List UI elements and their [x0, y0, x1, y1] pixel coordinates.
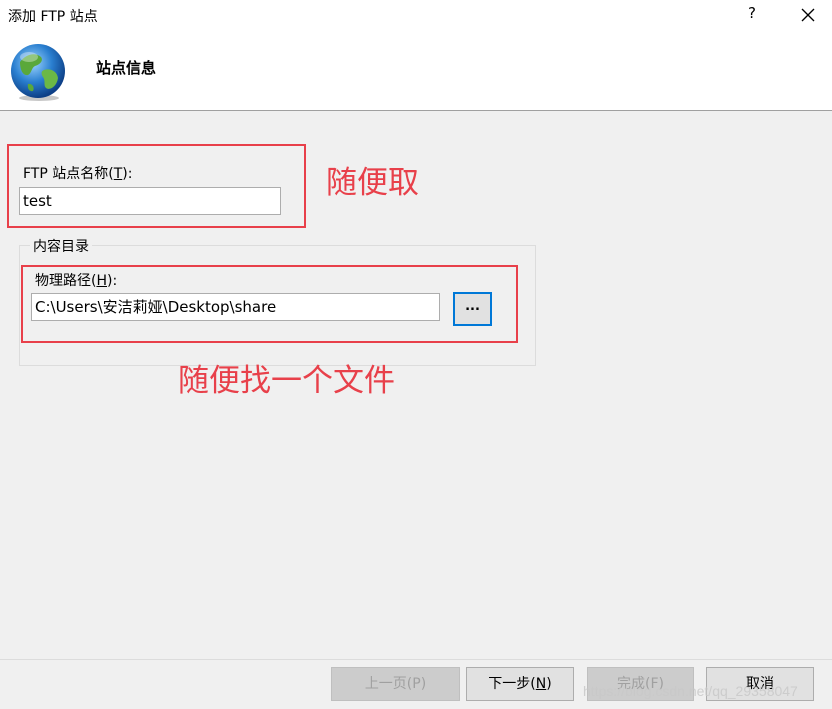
title-bar: 添加 FTP 站点 ?	[0, 0, 832, 30]
previous-button[interactable]: 上一页(P)	[331, 667, 460, 701]
content-directory-title: 内容目录	[30, 236, 92, 256]
help-button[interactable]: ?	[742, 4, 762, 26]
window-title: 添加 FTP 站点	[8, 9, 98, 25]
annotation-note-site-name: 随便取	[326, 165, 419, 201]
wizard-header: 站点信息	[0, 30, 832, 111]
next-button[interactable]: 下一步(N)	[466, 667, 574, 701]
annotation-box-physical-path	[21, 265, 518, 343]
page-heading: 站点信息	[96, 59, 157, 77]
close-icon[interactable]	[796, 3, 820, 27]
annotation-note-physical-path: 随便找一个文件	[178, 363, 395, 399]
watermark: https://blog.csdn.net/qq_29358047	[583, 683, 798, 699]
globe-icon	[8, 42, 68, 102]
annotation-box-site-name	[7, 144, 306, 228]
